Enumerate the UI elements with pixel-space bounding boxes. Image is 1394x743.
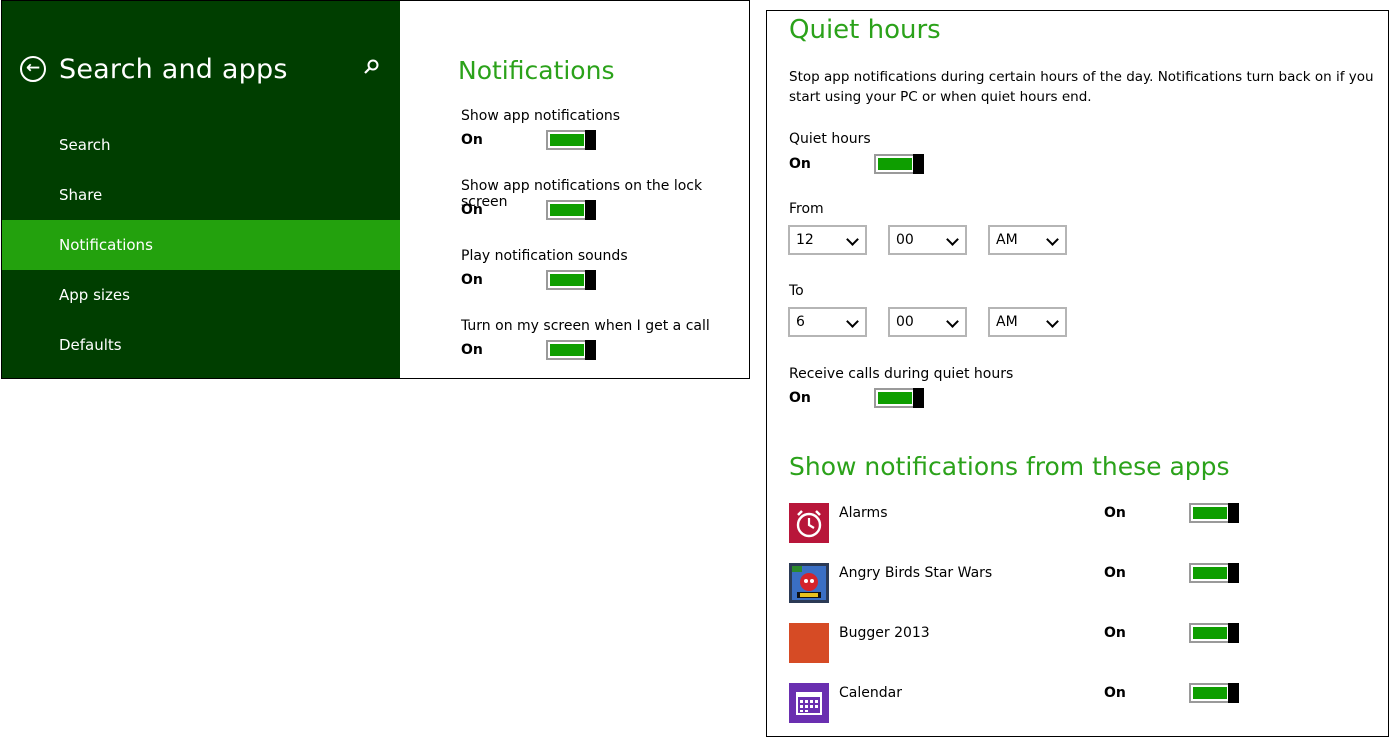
sidebar-item-app-sizes[interactable]: App sizes — [2, 270, 400, 320]
sidebar-item-defaults[interactable]: Defaults — [2, 320, 400, 370]
notification-sounds-toggle[interactable] — [546, 270, 596, 290]
alarm-clock-icon — [789, 503, 829, 543]
from-ampm-value: AM — [996, 232, 1018, 248]
notification-sounds-label: Play notification sounds — [461, 248, 628, 264]
show-app-notifications-label: Show app notifications — [461, 108, 621, 124]
chevron-down-icon — [946, 233, 959, 246]
to-hour-value: 6 — [796, 314, 805, 330]
app-state-bugger-2013: On — [1104, 625, 1126, 641]
app-state-alarms: On — [1104, 505, 1126, 521]
screen-on-call-toggle[interactable] — [546, 340, 596, 360]
screen-on-call-label: Turn on my screen when I get a call — [461, 318, 710, 334]
notification-sounds-state: On — [461, 272, 483, 288]
receive-calls-label: Receive calls during quiet hours — [789, 366, 1014, 382]
quiet-hours-toggle[interactable] — [874, 154, 924, 174]
bugger-2013-icon — [789, 623, 829, 663]
sidebar: ← Search and apps Search Share Notificat… — [2, 1, 400, 378]
app-name-calendar: Calendar — [839, 685, 902, 701]
calendar-toggle[interactable] — [1189, 683, 1239, 703]
app-name-bugger-2013: Bugger 2013 — [839, 625, 930, 641]
app-name-alarms: Alarms — [839, 505, 888, 521]
to-ampm-value: AM — [996, 314, 1018, 330]
calendar-icon — [789, 683, 829, 723]
chevron-down-icon — [1046, 233, 1059, 246]
lock-screen-notifications-state: On — [461, 202, 483, 218]
screen-on-call-state: On — [461, 342, 483, 358]
lock-screen-notifications-label: Show app notifications on the lock scree… — [461, 178, 703, 210]
to-minute-value: 00 — [896, 314, 914, 330]
from-ampm-select[interactable]: AM — [988, 225, 1067, 255]
chevron-down-icon — [1046, 315, 1059, 328]
chevron-down-icon — [846, 315, 859, 328]
search-and-apps-window: ← Search and apps Search Share Notificat… — [1, 0, 750, 379]
from-minute-select[interactable]: 00 — [888, 225, 967, 255]
app-state-calendar: On — [1104, 685, 1126, 701]
angry-birds-star-wars-icon — [789, 563, 829, 603]
quiet-hours-description: Stop app notifications during certain ho… — [789, 69, 1374, 105]
from-hour-value: 12 — [796, 232, 814, 248]
alarms-toggle[interactable] — [1189, 503, 1239, 523]
from-minute-value: 00 — [896, 232, 914, 248]
chevron-down-icon — [946, 315, 959, 328]
chevron-down-icon — [846, 233, 859, 246]
quiet-hours-title: Quiet hours — [789, 15, 941, 45]
notifications-title: Notifications — [458, 56, 615, 85]
quiet-hours-toggle-label: Quiet hours — [789, 131, 871, 147]
sidebar-title: Search and apps — [59, 54, 288, 85]
show-app-notifications-toggle[interactable] — [546, 130, 596, 150]
quiet-hours-window: Quiet hours Stop app notifications durin… — [766, 10, 1389, 737]
from-label: From — [789, 201, 824, 217]
receive-calls-state: On — [789, 390, 811, 406]
receive-calls-toggle[interactable] — [874, 388, 924, 408]
to-minute-select[interactable]: 00 — [888, 307, 967, 337]
apps-section-title: Show notifications from these apps — [789, 452, 1230, 481]
lock-screen-notifications-toggle[interactable] — [546, 200, 596, 220]
to-ampm-select[interactable]: AM — [988, 307, 1067, 337]
to-hour-select[interactable]: 6 — [788, 307, 867, 337]
quiet-hours-state: On — [789, 156, 811, 172]
from-hour-select[interactable]: 12 — [788, 225, 867, 255]
show-app-notifications-state: On — [461, 132, 483, 148]
app-state-angry-birds: On — [1104, 565, 1126, 581]
angry-birds-toggle[interactable] — [1189, 563, 1239, 583]
bugger-2013-toggle[interactable] — [1189, 623, 1239, 643]
notifications-panel: Notifications Show app notifications On … — [400, 1, 749, 378]
to-label: To — [789, 283, 804, 299]
sidebar-item-share[interactable]: Share — [2, 170, 400, 220]
sidebar-item-search[interactable]: Search — [2, 120, 400, 170]
sidebar-item-notifications[interactable]: Notifications — [2, 220, 400, 270]
app-name-angry-birds: Angry Birds Star Wars — [839, 565, 993, 581]
back-arrow-icon[interactable]: ← — [20, 56, 46, 82]
search-icon[interactable] — [363, 59, 379, 80]
